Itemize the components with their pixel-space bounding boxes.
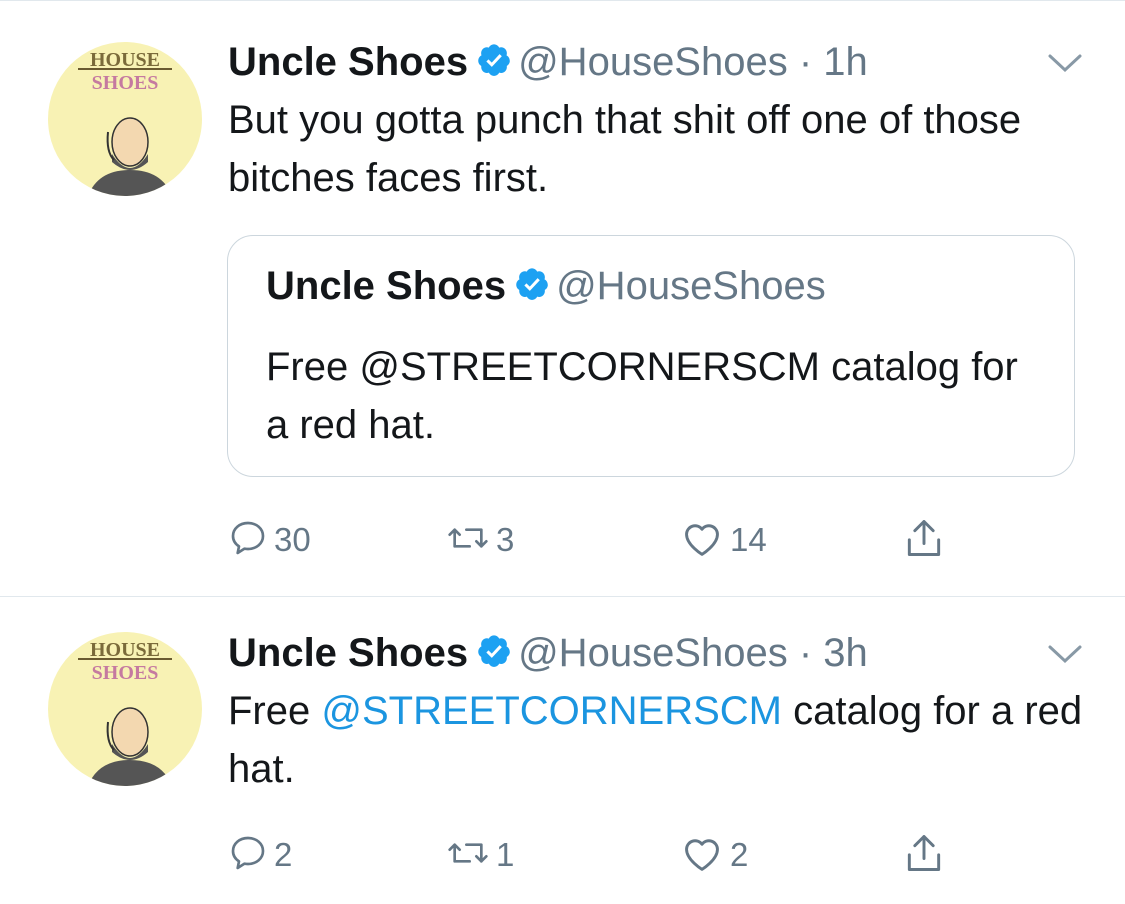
avatar[interactable]: HOUSE SHOES xyxy=(48,42,202,196)
handle[interactable]: @HouseShoes xyxy=(518,40,788,84)
handle[interactable]: @HouseShoes xyxy=(518,631,788,675)
retweet-count: 3 xyxy=(496,521,515,558)
display-name[interactable]: Uncle Shoes xyxy=(228,40,468,84)
display-name[interactable]: Uncle Shoes xyxy=(228,631,468,675)
mention-link[interactable]: @STREETCORNERSCM xyxy=(321,689,782,733)
reply-icon xyxy=(228,518,268,563)
chevron-down-icon[interactable] xyxy=(1047,52,1083,79)
reply-button[interactable]: 2 xyxy=(228,832,292,878)
avatar[interactable]: HOUSE SHOES xyxy=(48,632,202,786)
like-button[interactable]: 2 xyxy=(680,832,748,878)
time-separator: · xyxy=(787,40,824,84)
quoted-display-name: Uncle Shoes xyxy=(266,264,507,308)
share-button[interactable] xyxy=(902,517,946,563)
reply-icon xyxy=(228,833,268,878)
timestamp[interactable]: 3h xyxy=(823,631,868,675)
verified-badge-icon xyxy=(476,633,512,674)
avatar-text-line2: SHOES xyxy=(92,662,159,684)
tweet-text-prefix: Free xyxy=(228,689,322,733)
quoted-handle: @HouseShoes xyxy=(556,264,826,308)
like-button[interactable]: 14 xyxy=(680,517,767,563)
retweet-count: 1 xyxy=(496,836,515,873)
verified-badge-icon xyxy=(514,266,550,307)
reply-count: 30 xyxy=(274,521,311,558)
tweet-text: But you gotta punch that shit off one of… xyxy=(228,98,1022,200)
retweet-button[interactable]: 1 xyxy=(446,832,514,878)
reply-button[interactable]: 30 xyxy=(228,517,311,563)
reply-count: 2 xyxy=(274,836,293,873)
retweet-icon xyxy=(446,833,490,878)
quoted-tweet-header: Uncle Shoes @HouseShoes xyxy=(266,264,826,309)
retweet-icon xyxy=(446,518,490,563)
action-bar: 2 1 2 xyxy=(228,832,988,878)
top-divider xyxy=(0,0,1125,1)
quoted-tweet[interactable]: Uncle Shoes @HouseShoes Free @STREETCORNE… xyxy=(227,235,1075,477)
timestamp[interactable]: 1h xyxy=(823,40,868,84)
share-button[interactable] xyxy=(902,832,946,878)
share-icon xyxy=(902,515,946,566)
like-icon xyxy=(680,518,724,563)
retweet-button[interactable]: 3 xyxy=(446,517,514,563)
time-separator: · xyxy=(787,631,824,675)
verified-badge-icon xyxy=(476,42,512,83)
quoted-tweet-text: Free @STREETCORNERSCM catalog for a red … xyxy=(266,345,1018,447)
avatar-text-line1: HOUSE xyxy=(90,49,160,71)
tweet-header: Uncle Shoes @HouseShoes · 1h xyxy=(228,40,868,84)
like-count: 2 xyxy=(730,836,749,873)
tweet-header: Uncle Shoes @HouseShoes · 3h xyxy=(228,631,868,675)
like-count: 14 xyxy=(730,521,767,558)
like-icon xyxy=(680,833,724,878)
chevron-down-icon[interactable] xyxy=(1047,643,1083,670)
avatar-text-line1: HOUSE xyxy=(90,639,160,661)
share-icon xyxy=(902,830,946,881)
tweet-divider xyxy=(0,596,1125,597)
action-bar: 30 3 14 xyxy=(228,517,988,563)
tweet-text: Free @STREETCORNERSCM catalog for a red … xyxy=(228,682,1088,798)
avatar-text-line2: SHOES xyxy=(92,72,159,94)
